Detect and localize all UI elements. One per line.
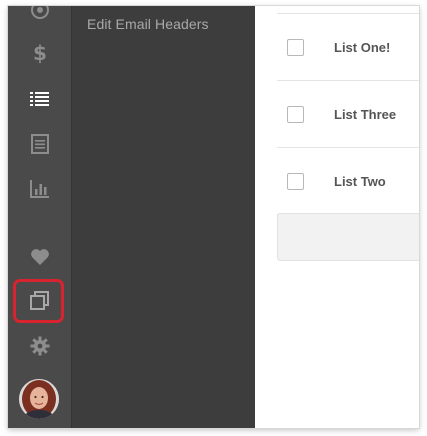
document-icon[interactable] (8, 126, 71, 162)
dollar-icon[interactable]: $ (8, 35, 71, 71)
row-checkbox[interactable] (287, 38, 304, 56)
sub-navigation: Edit Email Headers (71, 6, 256, 428)
copy-icon[interactable] (8, 283, 71, 319)
list-name[interactable]: List One! (334, 40, 390, 55)
row-checkbox[interactable] (287, 172, 304, 190)
list-name[interactable]: List Two (334, 174, 386, 189)
main-content: List One! List Three List Two (255, 6, 419, 428)
table-top-border (277, 6, 419, 14)
table-row[interactable]: List Two (277, 148, 419, 215)
table-row[interactable]: List One! (277, 14, 419, 81)
list-icon[interactable] (8, 81, 71, 117)
list-name[interactable]: List Three (334, 107, 396, 122)
bar-chart-icon[interactable] (8, 171, 71, 207)
table-footer (277, 213, 419, 261)
svg-text:$: $ (33, 42, 47, 64)
app-window: $ Edit Email Headers List One! List Thre… (8, 6, 419, 428)
icon-sidebar: $ (8, 6, 71, 428)
avatar[interactable] (19, 379, 59, 419)
lists-table: List One! List Three List Two (277, 6, 419, 215)
heart-icon[interactable] (8, 239, 71, 275)
row-checkbox[interactable] (287, 105, 304, 123)
table-row[interactable]: List Three (277, 81, 419, 148)
dashboard-icon[interactable] (8, 6, 71, 28)
gear-icon[interactable] (8, 328, 71, 364)
subnav-item-edit-email-headers[interactable]: Edit Email Headers (87, 16, 209, 32)
